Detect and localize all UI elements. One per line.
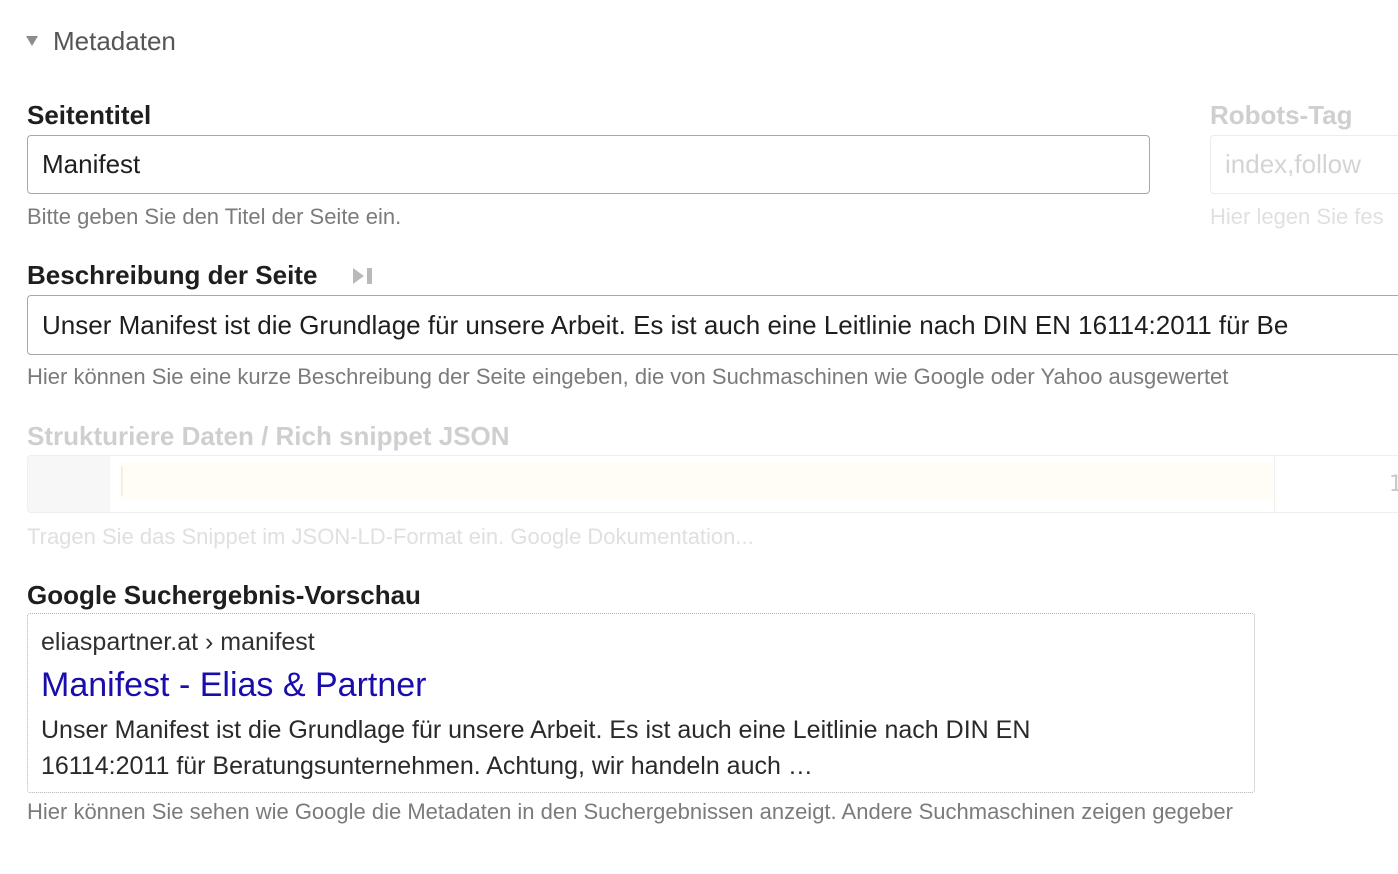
description-label: Beschreibung der Seite [27, 260, 318, 290]
robots-tag-placeholder: index,follow [1225, 149, 1361, 179]
page-title-input[interactable]: Manifest [27, 135, 1150, 194]
description-input[interactable]: Unser Manifest ist die Grundlage für uns… [27, 295, 1398, 355]
editor-gutter [28, 456, 110, 512]
structured-data-label: Strukturiere Daten / Rich snippet JSON [27, 421, 510, 451]
serp-url: eliaspartner.at › manifest [41, 628, 315, 656]
serp-description-line: 16114:2011 für Beratungsunternehmen. Ach… [41, 752, 813, 780]
triangle-down-icon [26, 36, 38, 46]
description-value: Unser Manifest ist die Grundlage für uns… [42, 309, 1289, 340]
serp-description-line: Unser Manifest ist die Grundlage für uns… [41, 716, 1031, 744]
serp-description: Unser Manifest ist die Grundlage für uns… [41, 712, 1191, 784]
play-end-icon[interactable] [351, 265, 375, 287]
editor-divider [1274, 456, 1275, 512]
structured-data-editor[interactable]: 1 [27, 455, 1398, 513]
editor-cursor [121, 466, 123, 496]
preview-help: Hier können Sie sehen wie Google die Met… [27, 799, 1233, 824]
serp-title-link[interactable]: Manifest - Elias & Partner [41, 666, 426, 705]
robots-tag-input[interactable]: index,follow [1210, 135, 1398, 194]
editor-active-line[interactable] [119, 462, 1274, 500]
description-help: Hier können Sie eine kurze Beschreibung … [27, 364, 1229, 389]
preview-label: Google Suchergebnis-Vorschau [27, 580, 421, 610]
robots-tag-help: Hier legen Sie fes [1210, 204, 1384, 229]
page-title-value: Manifest [42, 149, 141, 179]
page-title-help: Bitte geben Sie den Titel der Seite ein. [27, 204, 402, 229]
page-title-label: Seitentitel [27, 100, 152, 130]
section-title: Metadaten [53, 25, 176, 56]
metadata-section-toggle[interactable]: Metadaten [26, 24, 176, 58]
robots-tag-label: Robots-Tag [1210, 100, 1353, 130]
line-number: 1 [1344, 456, 1398, 512]
structured-data-help: Tragen Sie das Snippet im JSON-LD-Format… [27, 524, 754, 549]
serp-preview: eliaspartner.at › manifest Manifest - El… [27, 613, 1255, 793]
